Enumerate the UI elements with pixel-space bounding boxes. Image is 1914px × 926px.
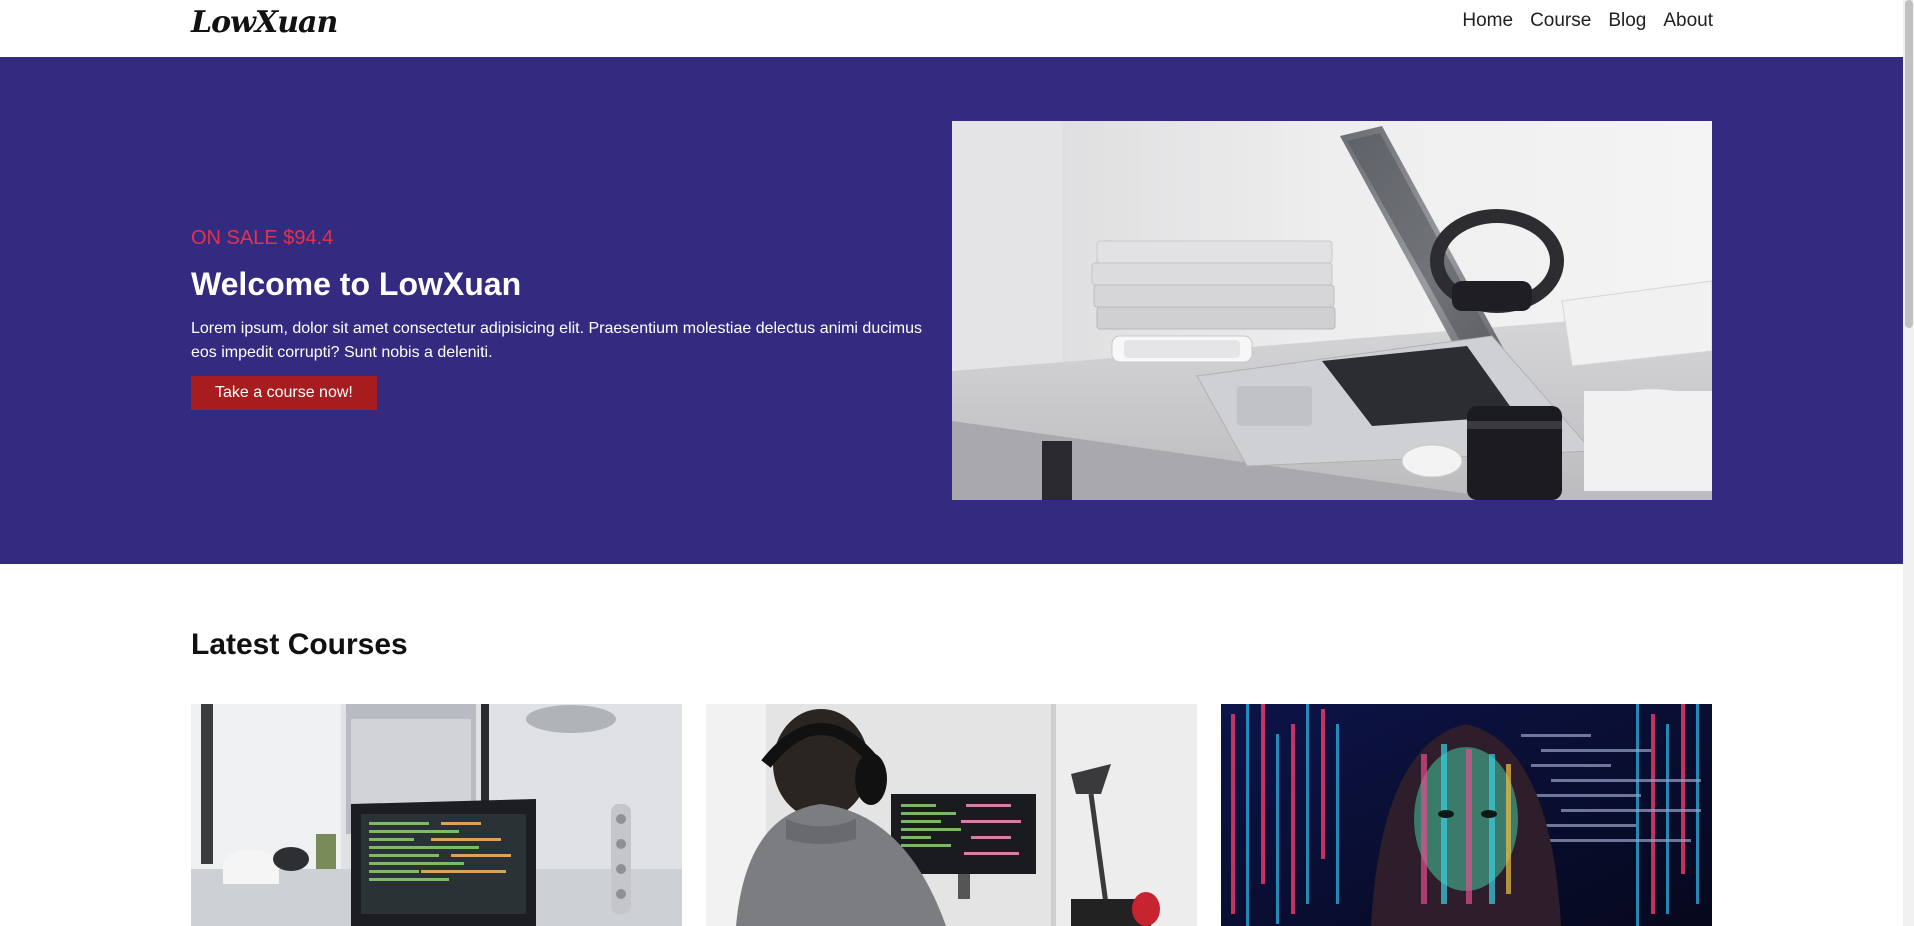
nav-menu: Home Course Blog About [1462, 10, 1713, 32]
digital-code-portrait-photo [1221, 704, 1712, 926]
page: LowXuan Home Course Blog About ON SALE $… [0, 0, 1914, 926]
hero-title: Welcome to LowXuan [191, 266, 522, 302]
navbar: LowXuan Home Course Blog About [0, 0, 1903, 57]
developer-headphones-photo [706, 704, 1197, 926]
brand-logo[interactable]: LowXuan [191, 5, 338, 40]
take-course-button[interactable]: Take a course now! [191, 376, 377, 410]
nav-home-link[interactable]: Home [1462, 10, 1513, 32]
latest-courses-title: Latest Courses [191, 628, 408, 661]
course-card-image[interactable] [191, 704, 682, 926]
nav-about-link[interactable]: About [1663, 10, 1713, 32]
hero-image [952, 121, 1712, 500]
laptop-desk-image [952, 121, 1712, 500]
hero-description: Lorem ipsum, dolor sit amet consectetur … [191, 320, 922, 361]
hero-text: ON SALE $94.4 Welcome to LowXuan Lorem i… [191, 227, 931, 410]
nav-course-link[interactable]: Course [1530, 10, 1591, 32]
nav-blog-link[interactable]: Blog [1608, 10, 1646, 32]
scrollbar-thumb[interactable] [1905, 0, 1913, 328]
course-card-image[interactable] [706, 704, 1197, 926]
hero-section: ON SALE $94.4 Welcome to LowXuan Lorem i… [0, 57, 1903, 564]
desk-laptop-photo [191, 704, 682, 926]
course-card-image[interactable] [1221, 704, 1712, 926]
sale-tag: ON SALE $94.4 [191, 227, 334, 249]
